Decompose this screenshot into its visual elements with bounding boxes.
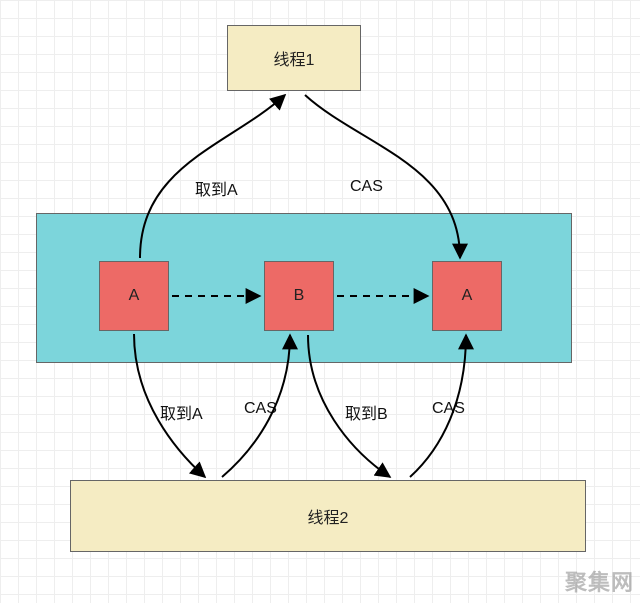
arrows-svg (0, 0, 640, 603)
arrow-thread2-to-b-left (222, 335, 290, 477)
arrow-a1-to-thread1 (140, 95, 285, 258)
watermark-text: 聚集网 (565, 565, 634, 597)
diagram-stage: 线程1 A B A 线程2 取到A CAS 取到A CAS 取到B CAS (0, 0, 640, 603)
arrow-b-to-thread2 (308, 335, 390, 477)
arrow-thread2-to-a2 (410, 335, 466, 477)
arrow-a1-to-thread2 (134, 334, 205, 477)
arrow-thread1-to-a2 (305, 95, 460, 258)
